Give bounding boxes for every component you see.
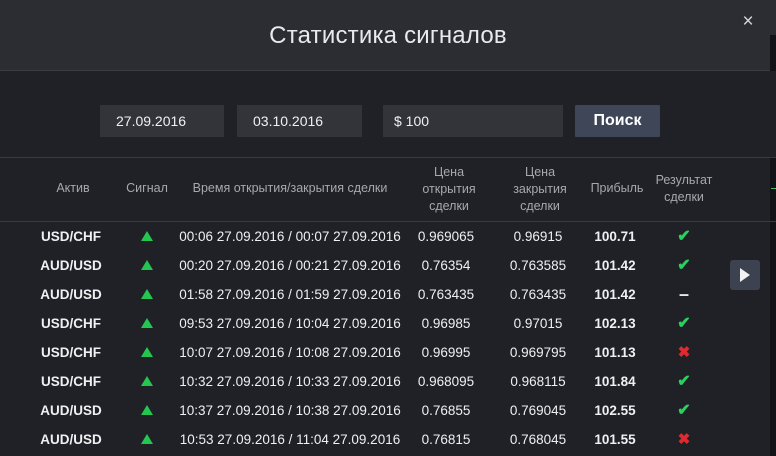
table-row: AUD/USD 10:37 27.09.2016 / 10:38 27.09.20… [0, 396, 740, 425]
table-row: USD/CHF 09:53 27.09.2016 / 10:04 27.09.20… [0, 309, 740, 338]
modal-title: Статистика сигналов [269, 22, 507, 49]
column-asset: Актив [56, 181, 90, 195]
asset-cell: USD/CHF [41, 229, 101, 244]
asset-cell: AUD/USD [40, 403, 102, 418]
triangle-up-icon [141, 260, 153, 270]
time-cell: 09:53 27.09.2016 / 10:04 27.09.2016 [179, 316, 401, 331]
close-price-cell: 0.763435 [509, 287, 567, 302]
cross-icon: ✖ [677, 431, 691, 448]
date-to-field[interactable]: 03.10.2016 [237, 105, 362, 137]
open-price-cell: 0.76354 [421, 258, 471, 273]
asset-cell: AUD/USD [40, 287, 102, 302]
result-cell: ✖ [670, 425, 698, 454]
signal-cell [138, 425, 158, 454]
profit-cell: 101.55 [594, 432, 636, 447]
close-price-cell: 0.97015 [513, 316, 563, 331]
open-price-cell: 0.76855 [421, 403, 471, 418]
time-cell: 00:06 27.09.2016 / 00:07 27.09.2016 [179, 229, 401, 244]
asset-cell: USD/CHF [41, 374, 101, 389]
close-icon[interactable]: × [740, 12, 756, 31]
time-cell: 10:53 27.09.2016 / 11:04 27.09.2016 [179, 432, 401, 447]
time-cell: 10:37 27.09.2016 / 10:38 27.09.2016 [179, 403, 401, 418]
signal-cell [138, 396, 158, 425]
open-price-cell: 0.96985 [421, 316, 471, 331]
triangle-up-icon [141, 231, 153, 241]
time-cell: 01:58 27.09.2016 / 01:59 27.09.2016 [179, 287, 401, 302]
checkmark-icon: ✔ [677, 257, 691, 274]
table-row: USD/CHF 00:06 27.09.2016 / 00:07 27.09.20… [0, 222, 740, 251]
signal-cell [138, 367, 158, 396]
checkmark-icon: ✔ [677, 315, 691, 332]
time-cell: 10:07 27.09.2016 / 10:08 27.09.2016 [179, 345, 401, 360]
amount-field[interactable]: $ 100 [383, 105, 563, 137]
table-row: AUD/USD 01:58 27.09.2016 / 01:59 27.09.20… [0, 280, 740, 309]
profit-cell: 101.42 [594, 287, 636, 302]
column-time: Время открытия/закрытия сделки [192, 181, 388, 195]
open-price-cell: 0.763435 [417, 287, 475, 302]
result-cell: ✔ [670, 222, 698, 251]
checkmark-icon: ✔ [677, 402, 691, 419]
open-price-cell: 0.968095 [417, 374, 475, 389]
column-signal: Сигнал [126, 181, 168, 195]
triangle-up-icon [141, 289, 153, 299]
time-cell: 00:20 27.09.2016 / 00:21 27.09.2016 [179, 258, 401, 273]
close-price-cell: 0.763585 [509, 258, 567, 273]
signal-cell [138, 338, 158, 367]
result-cell: ✔ [670, 396, 698, 425]
asset-cell: USD/CHF [41, 316, 101, 331]
time-cell: 10:32 27.09.2016 / 10:33 27.09.2016 [179, 374, 401, 389]
triangle-up-icon [141, 405, 153, 415]
column-open-price: Цена открытия сделки [422, 165, 476, 213]
triangle-up-icon [141, 376, 153, 386]
column-close-price: Цена закрытия сделки [513, 165, 567, 213]
signal-cell [138, 251, 158, 280]
profit-cell: 102.55 [594, 403, 636, 418]
open-price-cell: 0.76815 [421, 432, 471, 447]
signal-cell [138, 222, 158, 251]
checkmark-icon: ✔ [677, 373, 691, 390]
close-price-cell: 0.768045 [509, 432, 567, 447]
play-right-icon [740, 268, 750, 282]
close-price-cell: 0.96915 [513, 229, 563, 244]
modal-header: Статистика сигналов × [0, 0, 776, 71]
filters-bar: 27.09.2016 03.10.2016 $ 100 Поиск [0, 71, 776, 158]
profit-cell: 101.42 [594, 258, 636, 273]
signal-cell [138, 280, 158, 309]
column-result: Результат сделки [655, 173, 713, 204]
close-price-cell: 0.969795 [509, 345, 567, 360]
dash-icon: – [678, 284, 689, 304]
asset-cell: AUD/USD [40, 432, 102, 447]
table-row: AUD/USD 00:20 27.09.2016 / 00:21 27.09.20… [0, 251, 740, 280]
profit-cell: 100.71 [594, 229, 636, 244]
close-price-cell: 0.769045 [509, 403, 567, 418]
result-cell: – [670, 280, 698, 309]
signals-table-body: USD/CHF 00:06 27.09.2016 / 00:07 27.09.20… [0, 222, 776, 456]
search-button[interactable]: Поиск [575, 105, 660, 137]
table-row: USD/CHF 10:07 27.09.2016 / 10:08 27.09.20… [0, 338, 740, 367]
next-page-button[interactable] [730, 260, 760, 290]
profit-cell: 102.13 [594, 316, 636, 331]
asset-cell: USD/CHF [41, 345, 101, 360]
date-from-field[interactable]: 27.09.2016 [100, 105, 224, 137]
profit-cell: 101.84 [594, 374, 636, 389]
open-price-cell: 0.969065 [417, 229, 475, 244]
result-cell: ✔ [670, 309, 698, 338]
triangle-up-icon [141, 347, 153, 357]
table-row: USD/CHF 10:32 27.09.2016 / 10:33 27.09.20… [0, 367, 740, 396]
column-profit: Прибыль [590, 181, 644, 195]
result-cell: ✔ [670, 251, 698, 280]
profit-cell: 101.13 [594, 345, 636, 360]
signal-cell [138, 309, 158, 338]
open-price-cell: 0.96995 [421, 345, 471, 360]
table-header: Актив Сигнал Время открытия/закрытия сде… [0, 158, 776, 222]
triangle-up-icon [141, 318, 153, 328]
table-row: AUD/USD 10:53 27.09.2016 / 11:04 27.09.20… [0, 425, 740, 454]
result-cell: ✖ [670, 338, 698, 367]
cross-icon: ✖ [677, 344, 691, 361]
close-price-cell: 0.968115 [510, 374, 566, 389]
checkmark-icon: ✔ [677, 228, 691, 245]
asset-cell: AUD/USD [40, 258, 102, 273]
result-cell: ✔ [670, 367, 698, 396]
triangle-up-icon [141, 434, 153, 444]
